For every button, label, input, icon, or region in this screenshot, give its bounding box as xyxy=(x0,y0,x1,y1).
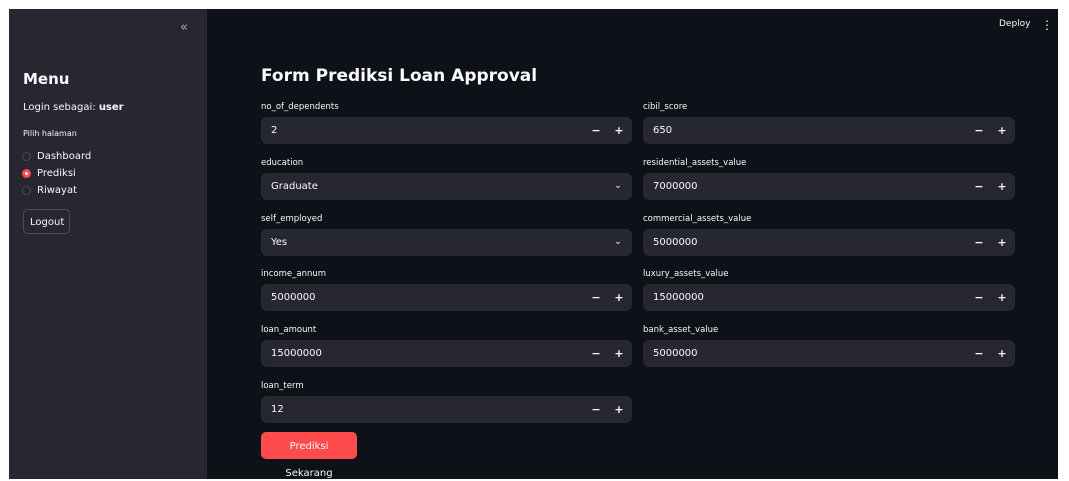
commercial-assets-value-value[interactable]: 5000000 xyxy=(653,229,698,256)
residential-assets-value-decrement-button[interactable]: − xyxy=(968,173,990,200)
chevron-down-icon[interactable]: ⌄ xyxy=(608,229,628,256)
page-radio-group: Dashboard Prediksi Riwayat xyxy=(22,148,91,199)
login-status: Login sebagai: user xyxy=(23,102,124,113)
cibil-score-decrement-button[interactable]: − xyxy=(968,117,990,144)
loan-term-label: loan_term xyxy=(261,381,304,391)
predict-button[interactable]: Prediksi Sekarang xyxy=(261,432,357,479)
residential-assets-value-input[interactable]: 7000000 − + xyxy=(643,173,1015,200)
radio-label-dashboard: Dashboard xyxy=(37,151,92,162)
page-select-label: Pilih halaman xyxy=(23,129,77,138)
chevron-down-icon[interactable]: ⌄ xyxy=(608,173,628,200)
loan-amount-input[interactable]: 15000000 − + xyxy=(261,340,632,367)
login-username: user xyxy=(98,102,124,113)
residential-assets-value-value[interactable]: 7000000 xyxy=(653,173,698,200)
education-value[interactable]: Graduate xyxy=(271,173,318,200)
radio-label-prediksi: Prediksi xyxy=(37,168,76,179)
no-of-dependents-label: no_of_dependents xyxy=(261,102,339,112)
no-of-dependents-value[interactable]: 2 xyxy=(271,117,277,144)
loan-amount-label: loan_amount xyxy=(261,325,317,335)
cibil-score-increment-button[interactable]: + xyxy=(991,117,1013,144)
luxury-assets-value-increment-button[interactable]: + xyxy=(991,284,1013,311)
self-employed-value[interactable]: Yes xyxy=(271,229,287,256)
loan-term-input[interactable]: 12 − + xyxy=(261,396,632,423)
education-label: education xyxy=(261,158,304,168)
loan-term-value[interactable]: 12 xyxy=(271,396,284,423)
self-employed-label: self_employed xyxy=(261,214,323,224)
bank-asset-value-input[interactable]: 5000000 − + xyxy=(643,340,1015,367)
sidebar: « Menu Login sebagai: user Pilih halaman… xyxy=(9,9,207,479)
cibil-score-label: cibil_score xyxy=(643,102,688,112)
commercial-assets-value-increment-button[interactable]: + xyxy=(991,229,1013,256)
login-prefix: Login sebagai: xyxy=(23,102,96,113)
loan-amount-decrement-button[interactable]: − xyxy=(585,340,607,367)
luxury-assets-value-value[interactable]: 15000000 xyxy=(653,284,704,311)
commercial-assets-value-label: commercial_assets_value xyxy=(643,214,752,224)
luxury-assets-value-decrement-button[interactable]: − xyxy=(968,284,990,311)
radio-dot-dashboard[interactable] xyxy=(22,152,31,161)
commercial-assets-value-input[interactable]: 5000000 − + xyxy=(643,229,1015,256)
bank-asset-value-decrement-button[interactable]: − xyxy=(968,340,990,367)
commercial-assets-value-decrement-button[interactable]: − xyxy=(968,229,990,256)
no-of-dependents-input[interactable]: 2 − + xyxy=(261,117,632,144)
luxury-assets-value-input[interactable]: 15000000 − + xyxy=(643,284,1015,311)
logout-button[interactable]: Logout xyxy=(23,209,70,234)
income-annum-value[interactable]: 5000000 xyxy=(271,284,316,311)
residential-assets-value-label: residential_assets_value xyxy=(643,158,747,168)
collapse-sidebar-icon[interactable]: « xyxy=(175,19,193,37)
no-of-dependents-decrement-button[interactable]: − xyxy=(585,117,607,144)
radio-label-riwayat: Riwayat xyxy=(37,185,77,196)
main-menu-icon[interactable]: ⋮ xyxy=(1041,17,1053,33)
bank-asset-value-increment-button[interactable]: + xyxy=(991,340,1013,367)
luxury-assets-value-label: luxury_assets_value xyxy=(643,269,729,279)
bank-asset-value-value[interactable]: 5000000 xyxy=(653,340,698,367)
bank-asset-value-label: bank_asset_value xyxy=(643,325,719,335)
loan-amount-value[interactable]: 15000000 xyxy=(271,340,322,367)
deploy-button[interactable]: Deploy xyxy=(999,19,1031,29)
income-annum-decrement-button[interactable]: − xyxy=(585,284,607,311)
loan-term-decrement-button[interactable]: − xyxy=(585,396,607,423)
loan-amount-increment-button[interactable]: + xyxy=(608,340,630,367)
cibil-score-value[interactable]: 650 xyxy=(653,117,672,144)
no-of-dependents-increment-button[interactable]: + xyxy=(608,117,630,144)
radio-dashboard[interactable]: Dashboard xyxy=(22,148,91,165)
radio-dot-riwayat[interactable] xyxy=(22,186,31,195)
income-annum-increment-button[interactable]: + xyxy=(608,284,630,311)
radio-dot-prediksi[interactable] xyxy=(22,169,31,178)
income-annum-input[interactable]: 5000000 − + xyxy=(261,284,632,311)
loan-term-increment-button[interactable]: + xyxy=(608,396,630,423)
cibil-score-input[interactable]: 650 − + xyxy=(643,117,1015,144)
page-title: Form Prediksi Loan Approval xyxy=(261,66,538,86)
self-employed-select[interactable]: Yes ⌄ xyxy=(261,229,632,256)
residential-assets-value-increment-button[interactable]: + xyxy=(991,173,1013,200)
income-annum-label: income_annum xyxy=(261,269,327,279)
radio-riwayat[interactable]: Riwayat xyxy=(22,182,91,199)
sidebar-title: Menu xyxy=(23,70,70,88)
education-select[interactable]: Graduate ⌄ xyxy=(261,173,632,200)
radio-prediksi[interactable]: Prediksi xyxy=(22,165,91,182)
app-window: « Menu Login sebagai: user Pilih halaman… xyxy=(9,9,1058,479)
